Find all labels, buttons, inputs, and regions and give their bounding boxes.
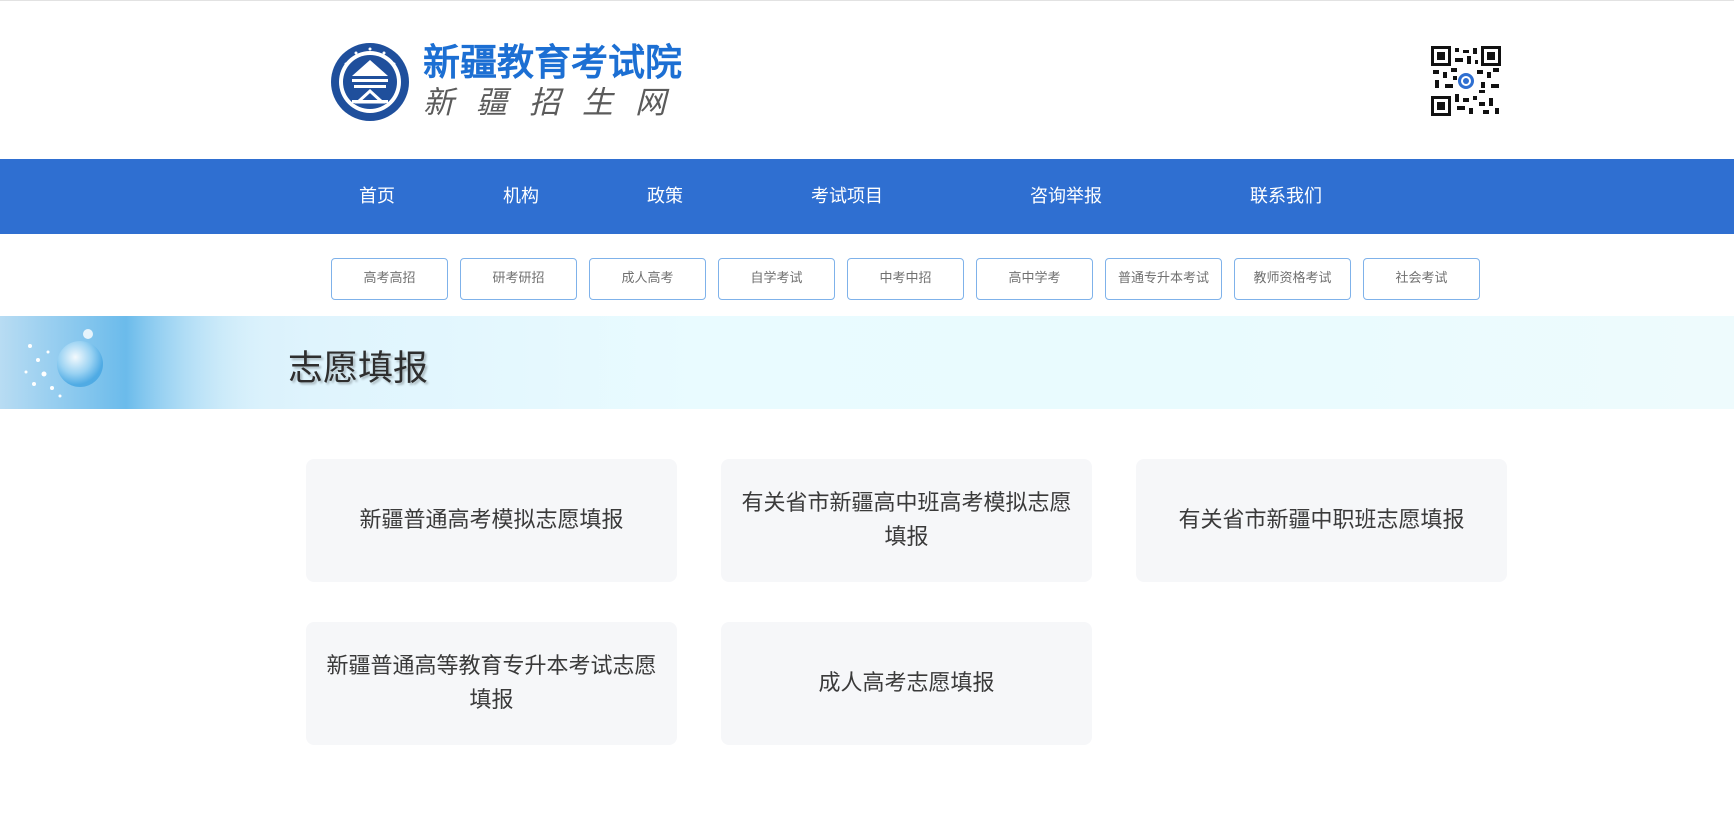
nav-item-contact-us[interactable]: 联系我们 (1250, 159, 1322, 234)
category-teacher[interactable]: 教师资格考试 (1234, 258, 1351, 300)
category-social[interactable]: 社会考试 (1363, 258, 1480, 300)
nav-item-home[interactable]: 首页 (359, 159, 395, 234)
category-graduate[interactable]: 研考研招 (460, 258, 577, 300)
page-banner: 志愿填报 (0, 316, 1734, 409)
card-upgrade-exam-application[interactable]: 新疆普通高等教育专升本考试志愿填报 (306, 622, 677, 745)
category-zhongkao[interactable]: 中考中招 (847, 258, 964, 300)
category-upgrade[interactable]: 普通专升本考试 (1105, 258, 1222, 300)
exam-category-nav: 高考高招 研考研招 成人高考 自学考试 中考中招 高中学考 普通专升本考试 教师… (0, 258, 1734, 300)
card-inland-vocational-application[interactable]: 有关省市新疆中职班志愿填报 (1136, 459, 1507, 582)
water-drop-decoration-icon (0, 316, 280, 409)
category-high-school[interactable]: 高中学考 (976, 258, 1093, 300)
card-gaokao-mock-application[interactable]: 新疆普通高考模拟志愿填报 (306, 459, 677, 582)
card-adult-exam-application[interactable]: 成人高考志愿填报 (721, 622, 1092, 745)
logo-title: 新疆教育考试院 (423, 41, 682, 84)
nav-item-organization[interactable]: 机构 (503, 159, 539, 234)
category-gaokao[interactable]: 高考高招 (331, 258, 448, 300)
card-label: 有关省市新疆中职班志愿填报 (1178, 507, 1465, 533)
card-label: 有关省市新疆高中班高考模拟志愿填报 (741, 490, 1072, 550)
card-label: 新疆普通高等教育专升本考试志愿填报 (326, 653, 657, 713)
nav-item-consult-report[interactable]: 咨询举报 (1030, 159, 1102, 234)
main-nav: 首页 机构 政策 考试项目 咨询举报 联系我们 (0, 159, 1734, 234)
site-logo[interactable]: 新疆教育考试院 新疆招生网 (330, 42, 688, 122)
card-label: 成人高考志愿填报 (818, 670, 995, 696)
nav-item-policy[interactable]: 政策 (647, 159, 683, 234)
category-adult[interactable]: 成人高考 (589, 258, 706, 300)
logo-subtitle: 新疆招生网 (423, 85, 688, 121)
page-title: 志愿填报 (288, 349, 429, 389)
card-inland-highschool-mock-application[interactable]: 有关省市新疆高中班高考模拟志愿填报 (721, 459, 1092, 582)
site-header: 新疆教育考试院 新疆招生网 (0, 1, 1734, 158)
card-label: 新疆普通高考模拟志愿填报 (359, 507, 624, 533)
category-self-study[interactable]: 自学考试 (718, 258, 835, 300)
exam-institute-seal-icon (331, 43, 409, 121)
nav-item-exam-projects[interactable]: 考试项目 (811, 159, 883, 234)
qr-code-icon (1431, 46, 1501, 116)
